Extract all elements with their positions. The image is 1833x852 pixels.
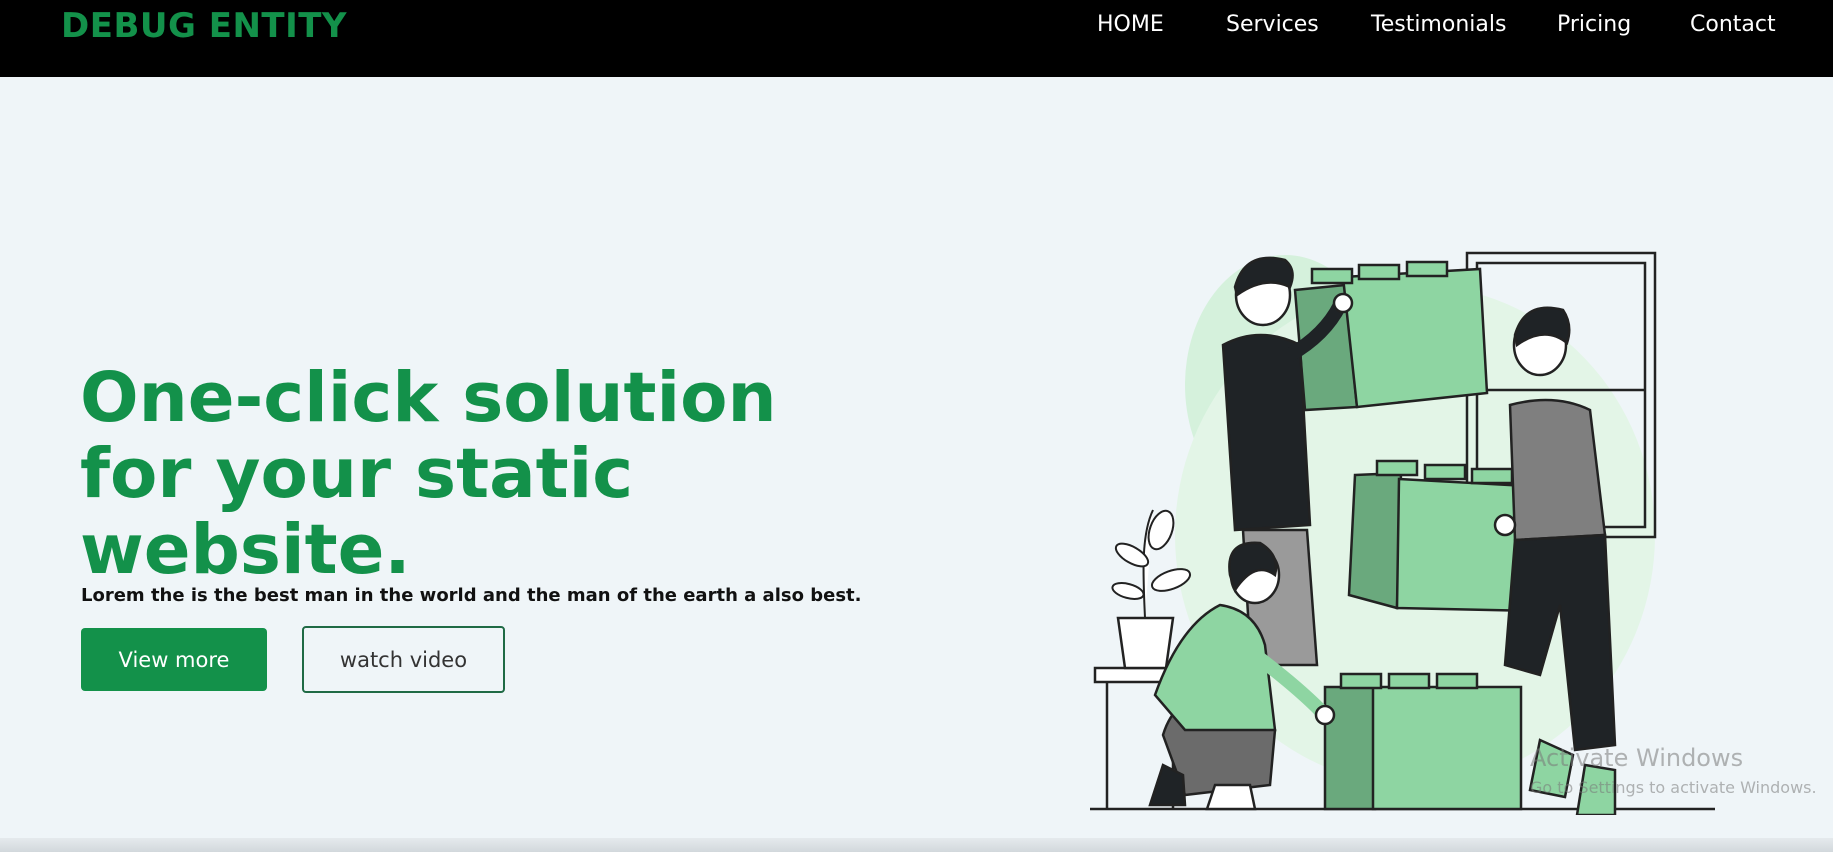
nav-link-testimonials[interactable]: Testimonials [1371, 12, 1506, 37]
hero-title-line: for your static [80, 434, 634, 514]
view-more-button[interactable]: View more [81, 628, 267, 691]
hero-title-line: One-click solution [80, 358, 777, 438]
nav-link-home[interactable]: HOME [1097, 12, 1164, 37]
hero-subtitle: Lorem the is the best man in the world a… [81, 585, 862, 606]
watermark-subtitle: Go to Settings to activate Windows. [1530, 778, 1817, 797]
page-bottom-edge [0, 838, 1833, 852]
nav-link-pricing[interactable]: Pricing [1557, 12, 1631, 37]
hero-title: One-click solution for your static websi… [80, 360, 780, 588]
watch-video-button[interactable]: watch video [302, 626, 505, 693]
windows-activation-watermark: Activate Windows Go to Settings to activ… [1530, 744, 1817, 797]
nav-link-contact[interactable]: Contact [1690, 12, 1776, 37]
hero-title-line: website. [80, 510, 411, 590]
navbar: DEBUG ENTITY HOME Services Testimonials … [0, 0, 1833, 77]
nav-link-services[interactable]: Services [1226, 12, 1319, 37]
brand-logo[interactable]: DEBUG ENTITY [61, 6, 347, 46]
people-stacking-blocks-illustration [1090, 251, 1715, 815]
watermark-title: Activate Windows [1530, 744, 1744, 772]
